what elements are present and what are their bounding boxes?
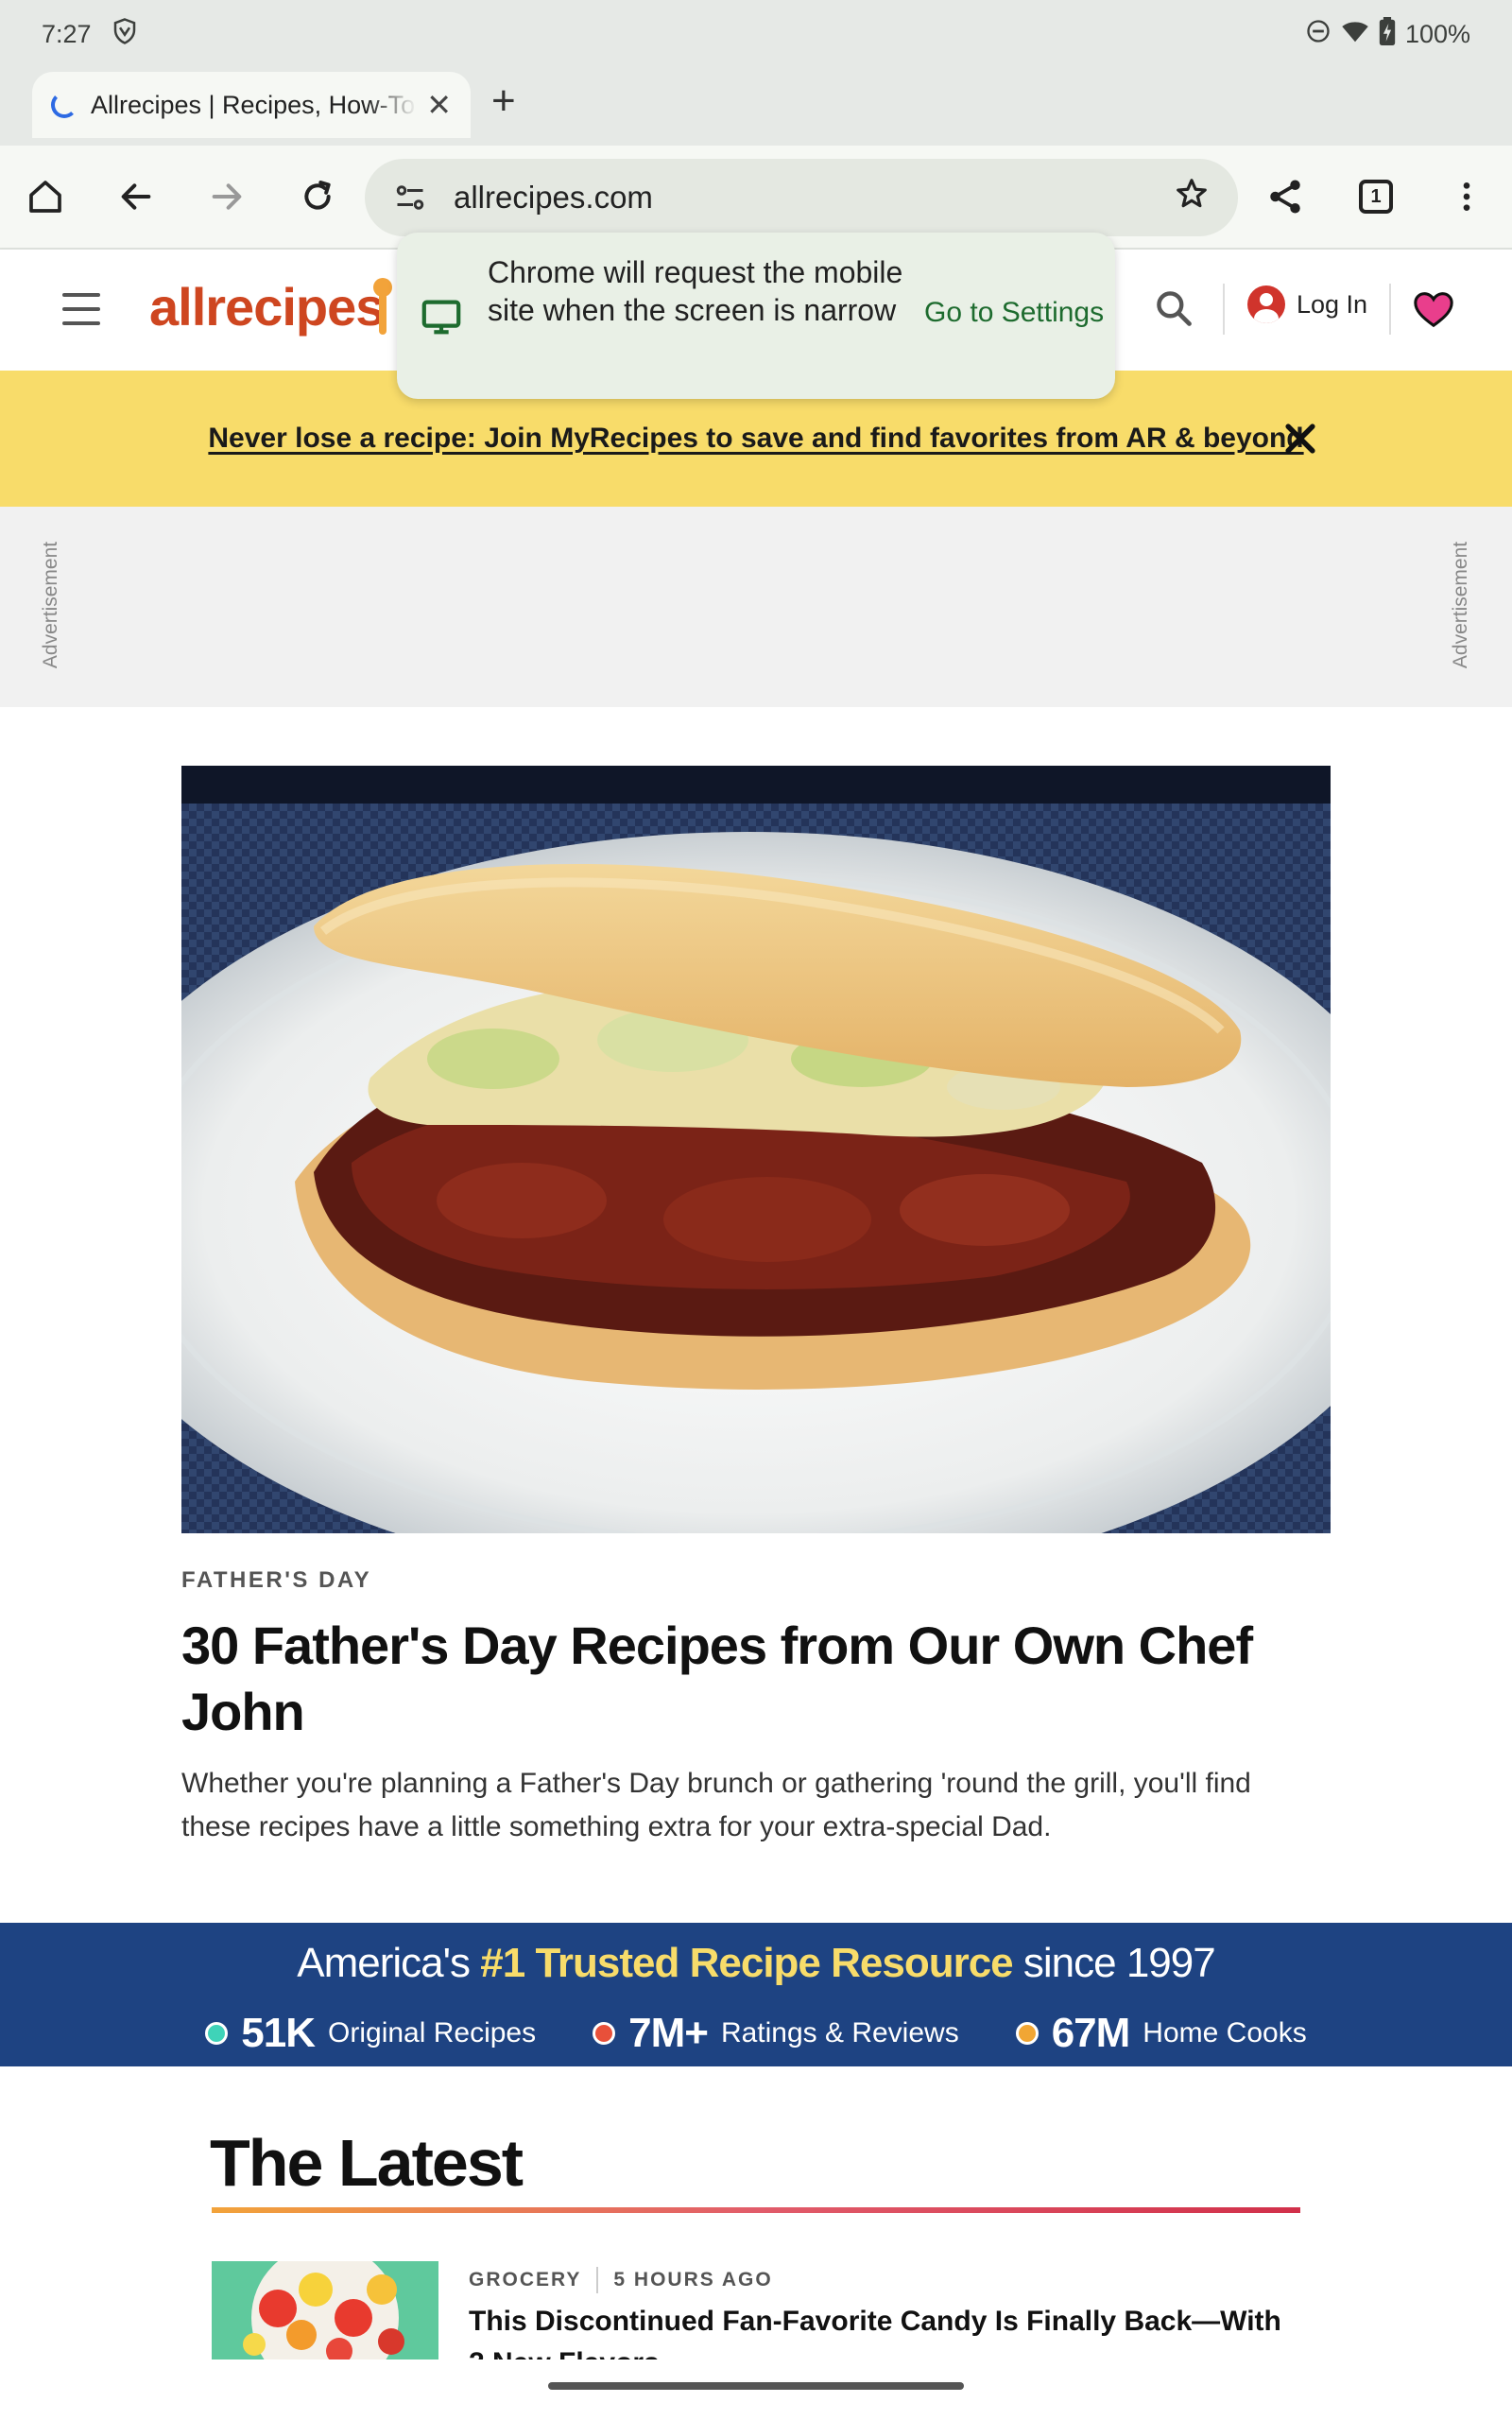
back-arrow-icon (121, 183, 151, 210)
vpn-shield-icon (111, 17, 139, 52)
trust-band: America's #1 Trusted Recipe Resource sin… (0, 1923, 1512, 2066)
do-not-disturb-icon (1305, 18, 1332, 51)
user-avatar-icon (1247, 285, 1285, 323)
advertisement-area: Advertisement Advertisement (0, 507, 1512, 707)
menu-button[interactable] (1436, 166, 1497, 227)
sandwich-photo (181, 766, 1331, 1533)
tab-title: Allrecipes | Recipes, How-To (91, 90, 416, 119)
url-text[interactable]: allrecipes.com (454, 180, 1174, 216)
article-kicker[interactable]: FATHER'S DAY (181, 1567, 371, 1594)
trust-headline: America's #1 Trusted Recipe Resource sin… (297, 1940, 1215, 1986)
section-rule (212, 2207, 1300, 2213)
share-button[interactable] (1255, 166, 1315, 227)
desktop-site-popup: Chrome will request the mobile site when… (397, 233, 1115, 399)
share-icon (1270, 180, 1300, 214)
home-button[interactable] (15, 166, 76, 227)
stat-cooks: 67M Home Cooks (1015, 2010, 1307, 2057)
myrecipes-link[interactable]: Never lose a recipe: Join MyRecipes to s… (208, 423, 1303, 455)
screen: 7:27 100% Allrecipes | Recipes, How-To ✕… (0, 0, 1512, 2420)
stat-dot-icon (1015, 2022, 1039, 2045)
article-time: 5 HOURS AGO (613, 2269, 773, 2290)
stat-ratings: 7M+ Ratings & Reviews (593, 2010, 959, 2057)
site-settings-icon[interactable] (393, 181, 427, 215)
stat-dot-icon (205, 2022, 229, 2045)
loading-spinner-icon (51, 92, 77, 118)
article-meta: GROCERY 5 HOURS AGO (469, 2267, 773, 2293)
wifi-icon (1341, 17, 1369, 52)
battery-percent: 100% (1404, 19, 1470, 48)
stat-dot-icon (593, 2022, 616, 2045)
more-vert-icon (1463, 182, 1470, 211)
section-title: The Latest (210, 2126, 524, 2200)
site-logo[interactable]: allrecipes (149, 276, 385, 337)
status-bar: 7:27 100% (0, 0, 1512, 68)
forward-arrow-icon (212, 183, 242, 210)
status-icons: 100% (1305, 16, 1470, 52)
login-label: Log In (1297, 289, 1368, 319)
search-icon[interactable] (1153, 287, 1194, 334)
battery-icon (1379, 16, 1396, 52)
desktop-monitor-icon (420, 295, 463, 343)
forward-button[interactable] (197, 166, 257, 227)
new-tab-button[interactable]: + (491, 78, 516, 125)
popup-message: Chrome will request the mobile site when… (488, 255, 903, 327)
candy-photo (212, 2261, 438, 2360)
reload-icon (304, 181, 331, 210)
logo-spoon-icon (372, 278, 393, 339)
bookmark-star-icon[interactable] (1174, 176, 1210, 219)
close-tab-icon[interactable]: ✕ (426, 87, 452, 123)
ad-label-left: Advertisement (40, 541, 62, 669)
status-time: 7:27 (42, 19, 92, 48)
back-button[interactable] (106, 166, 166, 227)
tab-strip: Allrecipes | Recipes, How-To ✕ + (0, 68, 1512, 146)
header-divider (1223, 284, 1225, 335)
header-divider (1389, 284, 1391, 335)
stat-recipes: 51K Original Recipes (205, 2010, 536, 2057)
home-icon (29, 181, 61, 213)
trust-stats: 51K Original Recipes 7M+ Ratings & Revie… (0, 2010, 1512, 2057)
hamburger-menu-icon[interactable] (62, 293, 100, 325)
article-description: Whether you're planning a Father's Day b… (181, 1768, 1251, 1842)
tab-count: 1 (1359, 180, 1393, 214)
favorites-heart-icon[interactable] (1412, 287, 1455, 336)
go-to-settings-button[interactable]: Go to Settings (924, 297, 1104, 329)
article-category[interactable]: GROCERY (469, 2269, 581, 2291)
tab-switcher-button[interactable]: 1 (1346, 166, 1406, 227)
reload-button[interactable] (287, 166, 348, 227)
browser-tab[interactable]: Allrecipes | Recipes, How-To ✕ (32, 72, 471, 138)
article-thumbnail[interactable] (212, 2261, 438, 2360)
address-bar[interactable]: allrecipes.com (365, 159, 1238, 236)
article-headline[interactable]: 30 Father's Day Recipes from Our Own Che… (181, 1613, 1315, 1745)
meta-divider (596, 2267, 599, 2293)
close-banner-icon[interactable] (1280, 418, 1321, 464)
hero-image[interactable] (181, 766, 1331, 1533)
ad-label-right: Advertisement (1450, 541, 1472, 669)
article-title[interactable]: This Discontinued Fan-Favorite Candy Is … (469, 2301, 1300, 2360)
gesture-nav-handle[interactable] (548, 2382, 964, 2390)
login-button[interactable]: Log In (1247, 285, 1367, 323)
